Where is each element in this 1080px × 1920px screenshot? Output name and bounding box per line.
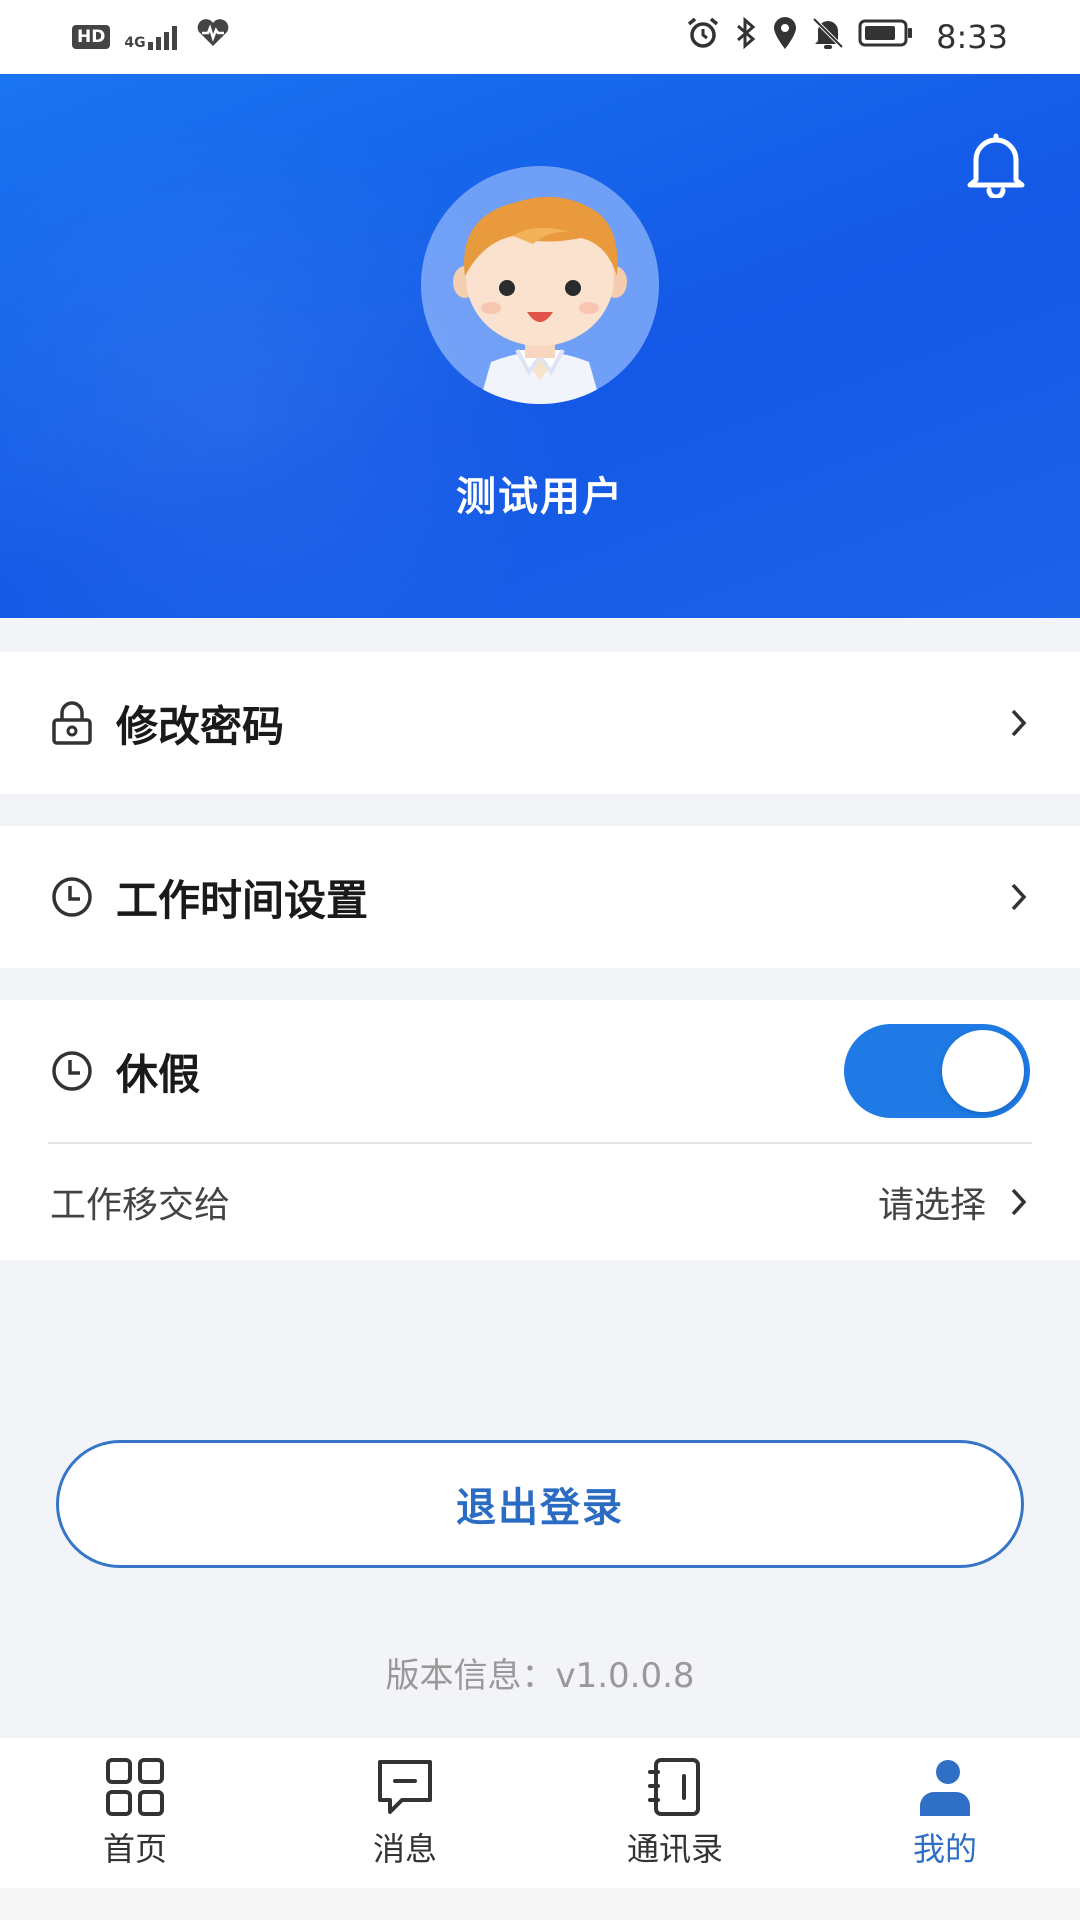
work-time-row[interactable]: 工作时间设置	[0, 826, 1080, 968]
vacation-toggle[interactable]	[844, 1024, 1030, 1118]
change-password-row[interactable]: 修改密码	[0, 652, 1080, 794]
nav-item-me[interactable]: 我的	[810, 1738, 1080, 1888]
vacation-label: 休假	[116, 1049, 201, 1099]
bluetooth-icon	[734, 16, 758, 58]
signal-icon: 4G	[124, 24, 181, 50]
clock-time: 8:33	[936, 18, 1008, 56]
grid-icon	[104, 1756, 166, 1818]
nav-item-messages[interactable]: 消息	[270, 1738, 540, 1888]
bottom-nav: 首页 消息 通讯录 我的	[0, 1738, 1080, 1888]
clock-icon	[50, 875, 94, 919]
alarm-icon	[686, 16, 720, 58]
transfer-label: 工作移交给	[50, 1185, 231, 1226]
status-right: 8:33	[686, 16, 1008, 58]
nav-label-me: 我的	[912, 1830, 977, 1868]
nav-label-contacts: 通讯录	[626, 1830, 723, 1868]
user-name: 测试用户	[456, 474, 624, 520]
toggle-knob	[942, 1030, 1024, 1112]
clock-icon	[50, 1049, 94, 1093]
chevron-right-icon	[1008, 880, 1030, 914]
location-icon	[772, 16, 798, 58]
hd-badge: HD	[72, 25, 111, 49]
network-label: 4G	[124, 35, 146, 51]
chevron-right-icon	[1008, 1185, 1030, 1219]
chevron-right-icon	[1008, 706, 1030, 740]
lock-icon	[50, 701, 94, 745]
transfer-value: 请选择	[877, 1185, 986, 1226]
change-password-label: 修改密码	[116, 701, 285, 751]
contacts-book-icon	[644, 1756, 706, 1818]
nav-item-contacts[interactable]: 通讯录	[540, 1738, 810, 1888]
message-icon	[374, 1756, 436, 1818]
system-nav-strip	[0, 1888, 1080, 1920]
work-time-card: 工作时间设置	[0, 826, 1080, 968]
bell-icon[interactable]	[966, 132, 1026, 200]
battery-icon	[858, 18, 914, 56]
nav-label-home: 首页	[102, 1830, 167, 1868]
vacation-card: 休假 工作移交给 请选择	[0, 1000, 1080, 1260]
work-time-label: 工作时间设置	[116, 875, 369, 925]
change-password-card: 修改密码	[0, 652, 1080, 794]
avatar[interactable]	[421, 166, 659, 404]
heart-pulse-icon	[196, 18, 230, 56]
mute-bell-icon	[812, 16, 844, 58]
status-bar: HD 4G 8:33	[0, 0, 1080, 74]
vacation-row: 休假	[0, 1000, 1080, 1142]
transfer-row[interactable]: 工作移交给 请选择	[0, 1144, 1080, 1260]
status-left: HD 4G	[72, 18, 230, 56]
user-icon	[914, 1756, 976, 1818]
logout-button[interactable]: 退出登录	[56, 1440, 1024, 1568]
nav-label-messages: 消息	[372, 1830, 437, 1868]
version-info: 版本信息：v1.0.0.8	[385, 1656, 695, 1696]
nav-item-home[interactable]: 首页	[0, 1738, 270, 1888]
profile-header: 测试用户	[0, 74, 1080, 618]
